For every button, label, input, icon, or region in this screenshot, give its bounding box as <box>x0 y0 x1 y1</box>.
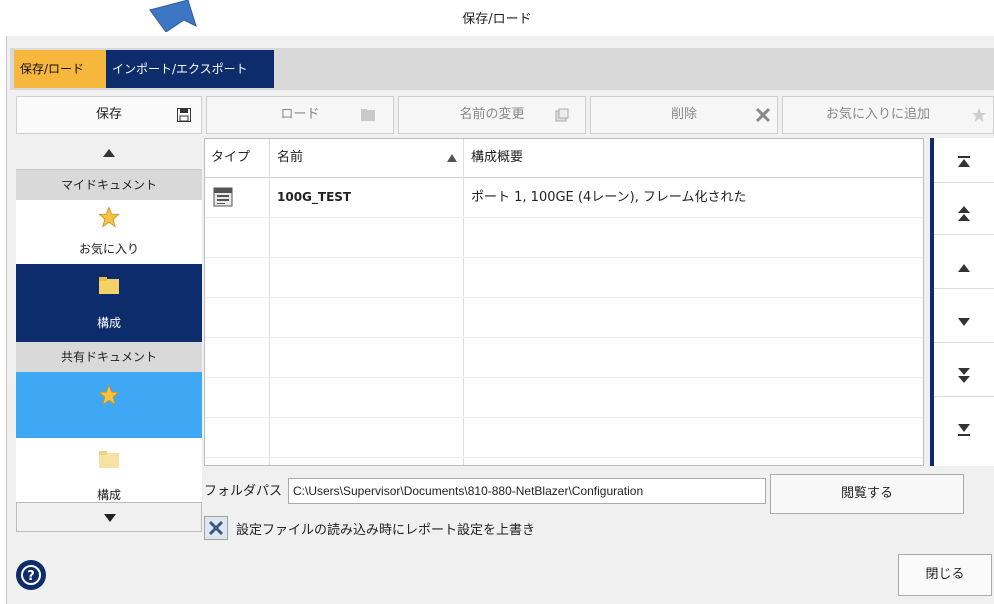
load-button[interactable]: ロード <box>206 96 394 134</box>
row-divider <box>205 457 923 458</box>
row-divider <box>205 377 923 378</box>
file-summary: ポート 1, 100GE (4レーン), フレーム化された <box>471 190 747 205</box>
row-divider <box>205 257 923 258</box>
table-header: タイプ 名前 構成概要 <box>205 139 923 178</box>
sidebar-scroll-up-button[interactable] <box>16 138 202 170</box>
checkmark-x-icon <box>209 521 223 535</box>
file-name: 100G_TEST <box>277 190 352 204</box>
page-down-button[interactable] <box>934 356 994 397</box>
scroll-bottom-icon <box>958 424 970 436</box>
page-up-button[interactable] <box>934 194 994 235</box>
table-scroll-controls <box>930 138 994 466</box>
help-button[interactable]: ? <box>16 560 46 590</box>
pointer-arrow-icon <box>149 0 197 32</box>
sidebar-section-shared-documents: 共有ドキュメント <box>16 342 202 372</box>
rename-icon <box>555 108 569 122</box>
sidebar-item-shared-favorites[interactable] <box>16 372 202 438</box>
sidebar-section-my-documents: マイドキュメント <box>16 170 202 200</box>
delete-x-icon <box>755 107 771 123</box>
star-icon <box>972 108 986 122</box>
sidebar-item-config[interactable]: 構成 <box>16 264 202 342</box>
column-header-type[interactable]: タイプ <box>211 139 250 177</box>
caret-up-icon <box>958 264 970 272</box>
folder-icon <box>99 451 119 468</box>
add-favorite-button[interactable]: お気に入りに追加 <box>782 96 994 134</box>
folder-icon <box>361 109 375 121</box>
rename-button[interactable]: 名前の変更 <box>398 96 586 134</box>
close-button[interactable]: 閉じる <box>898 554 992 596</box>
scroll-to-bottom-button[interactable] <box>934 410 994 450</box>
file-table: タイプ 名前 構成概要 100G_TEST ポート 1, 100GE (4レーン… <box>204 138 924 466</box>
help-glyph: ? <box>27 569 35 584</box>
row-divider <box>205 297 923 298</box>
folder-path-label: フォルダパス <box>204 484 283 499</box>
tab-save-load[interactable]: 保存/ロード <box>14 50 106 88</box>
overwrite-report-settings-checkbox[interactable] <box>204 516 228 540</box>
scroll-top-icon <box>958 156 970 167</box>
column-header-name[interactable]: 名前 <box>277 139 303 177</box>
floppy-disk-icon <box>177 108 191 122</box>
scroll-up-button[interactable] <box>934 248 994 289</box>
star-icon <box>98 206 120 228</box>
help-icon: ? <box>21 565 41 585</box>
browse-button[interactable]: 閲覧する <box>770 474 964 514</box>
scroll-to-top-button[interactable] <box>934 142 994 183</box>
sidebar: マイドキュメント お気に入り 構成 共有ドキュメント 構成 <box>16 138 202 532</box>
row-divider <box>205 417 923 418</box>
tab-bar: 保存/ロード インポート/エクスポート <box>10 48 994 90</box>
row-divider <box>205 217 923 218</box>
sidebar-scroll-down-button[interactable] <box>16 502 202 532</box>
caret-up-icon <box>103 149 115 157</box>
table-row[interactable]: 100G_TEST ポート 1, 100GE (4レーン), フレーム化された <box>205 178 923 217</box>
sidebar-item-label: お気に入り <box>78 242 139 256</box>
star-icon <box>98 384 120 406</box>
caret-down-icon <box>958 318 970 326</box>
config-file-icon <box>213 187 233 207</box>
scroll-down-button[interactable] <box>934 302 994 343</box>
sort-ascending-icon <box>447 154 457 162</box>
double-caret-down-icon <box>958 368 970 383</box>
sidebar-item-shared-config[interactable]: 構成 <box>16 438 202 502</box>
row-divider <box>205 337 923 338</box>
sidebar-item-label: 構成 <box>96 488 121 502</box>
overwrite-report-settings-label: 設定ファイルの読み込み時にレポート設定を上書き <box>236 523 536 538</box>
save-button[interactable]: 保存 <box>16 96 202 134</box>
sidebar-item-favorites[interactable]: お気に入り <box>16 200 202 264</box>
folder-icon <box>99 277 119 294</box>
delete-button-label: 削除 <box>670 107 697 122</box>
add-favorite-button-label: お気に入りに追加 <box>825 107 930 122</box>
caret-down-icon <box>104 514 116 522</box>
save-button-label: 保存 <box>95 107 122 122</box>
delete-button[interactable]: 削除 <box>590 96 778 134</box>
folder-path-input[interactable]: C:\Users\Supervisor\Documents\810-880-Ne… <box>288 478 766 504</box>
tab-import-export[interactable]: インポート/エクスポート <box>106 50 274 88</box>
sidebar-item-label: 構成 <box>96 316 121 330</box>
double-caret-up-icon <box>958 206 970 221</box>
column-header-summary[interactable]: 構成概要 <box>471 139 523 177</box>
